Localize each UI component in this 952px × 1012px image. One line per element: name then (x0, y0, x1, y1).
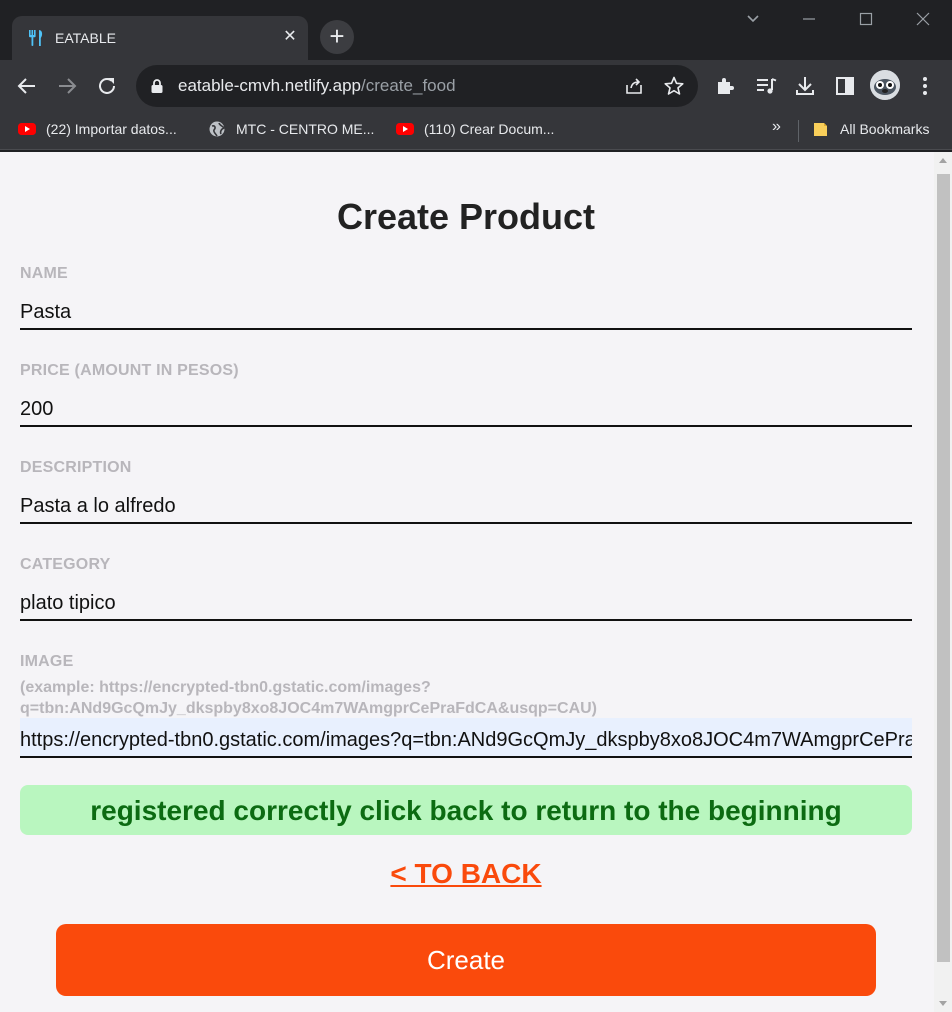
browser-tab-eatable[interactable]: EATABLE ✕ (12, 16, 308, 60)
lock-icon[interactable] (150, 78, 164, 94)
description-label: DESCRIPTION (20, 459, 132, 476)
star-bookmark-icon[interactable] (663, 75, 685, 97)
share-icon[interactable] (623, 75, 645, 97)
forward-arrow-icon[interactable] (55, 74, 79, 98)
scroll-down-arrow-icon[interactable] (939, 1001, 947, 1006)
back-link[interactable]: < TO BACK (20, 858, 912, 890)
kebab-menu-icon[interactable] (913, 74, 937, 98)
name-input[interactable] (20, 290, 912, 330)
fork-knife-icon (29, 30, 43, 46)
close-window-icon[interactable] (908, 8, 938, 30)
globe-icon (209, 121, 226, 137)
success-message: registered correctly click back to retur… (20, 785, 912, 835)
create-button[interactable]: Create (56, 924, 876, 996)
youtube-icon (18, 123, 36, 135)
new-tab-button[interactable]: + (320, 20, 354, 54)
side-panel-icon[interactable] (833, 74, 857, 98)
bookmark-item[interactable]: MTC - CENTRO ME... (208, 112, 374, 146)
image-label: IMAGE (20, 653, 74, 670)
browser-titlebar: EATABLE ✕ + (0, 0, 952, 60)
folder-icon (814, 123, 827, 136)
page-viewport: Create Product NAME PRICE (AMOUNT IN PES… (0, 152, 952, 1012)
category-label: CATEGORY (20, 556, 111, 573)
profile-avatar[interactable] (870, 70, 900, 100)
all-bookmarks-button[interactable]: All Bookmarks (812, 112, 929, 146)
reload-icon[interactable] (95, 74, 119, 98)
tab-search-chevron-icon[interactable] (738, 8, 768, 30)
category-input[interactable] (20, 581, 912, 621)
name-label: NAME (20, 265, 68, 282)
profile-image-icon (870, 70, 900, 100)
browser-toolbar: eatable-cmvh.netlify.app/create_food (0, 60, 952, 112)
scrollbar-thumb[interactable] (937, 174, 950, 962)
more-bookmarks-chevron-icon[interactable]: » (772, 118, 781, 136)
page-title: Create Product (336, 196, 596, 237)
download-icon[interactable] (793, 74, 817, 98)
bookmarks-divider (798, 120, 799, 142)
description-input[interactable] (20, 484, 912, 524)
close-tab-icon[interactable]: ✕ (280, 27, 300, 47)
scroll-up-arrow-icon[interactable] (939, 158, 947, 163)
vertical-scrollbar[interactable] (934, 152, 952, 1012)
extensions-puzzle-icon[interactable] (714, 74, 738, 98)
bookmark-item[interactable]: (110) Crear Docum... (396, 112, 554, 146)
bookmarks-bar: (22) Importar datos... MTC - CENTRO ME..… (0, 112, 952, 150)
all-bookmarks-label: All Bookmarks (840, 121, 930, 137)
url-text: eatable-cmvh.netlify.app/create_food (178, 76, 456, 95)
address-bar[interactable]: eatable-cmvh.netlify.app/create_food (136, 65, 698, 107)
bookmark-label: (110) Crear Docum... (424, 121, 555, 137)
media-queue-icon[interactable] (754, 74, 778, 98)
youtube-icon (396, 123, 414, 135)
bookmark-item[interactable]: (22) Importar datos... (18, 112, 177, 146)
minimize-icon[interactable] (794, 8, 824, 30)
maximize-icon[interactable] (851, 8, 881, 30)
image-example-hint: (example: https://encrypted-tbn0.gstatic… (20, 679, 598, 717)
bookmark-label: MTC - CENTRO ME... (236, 121, 375, 137)
bookmark-label: (22) Importar datos... (46, 121, 177, 137)
price-input[interactable] (20, 387, 912, 427)
back-arrow-icon[interactable] (15, 74, 39, 98)
price-label: PRICE (AMOUNT IN PESOS) (20, 362, 239, 379)
image-url-input[interactable] (20, 718, 912, 758)
tab-title: EATABLE (55, 30, 116, 46)
